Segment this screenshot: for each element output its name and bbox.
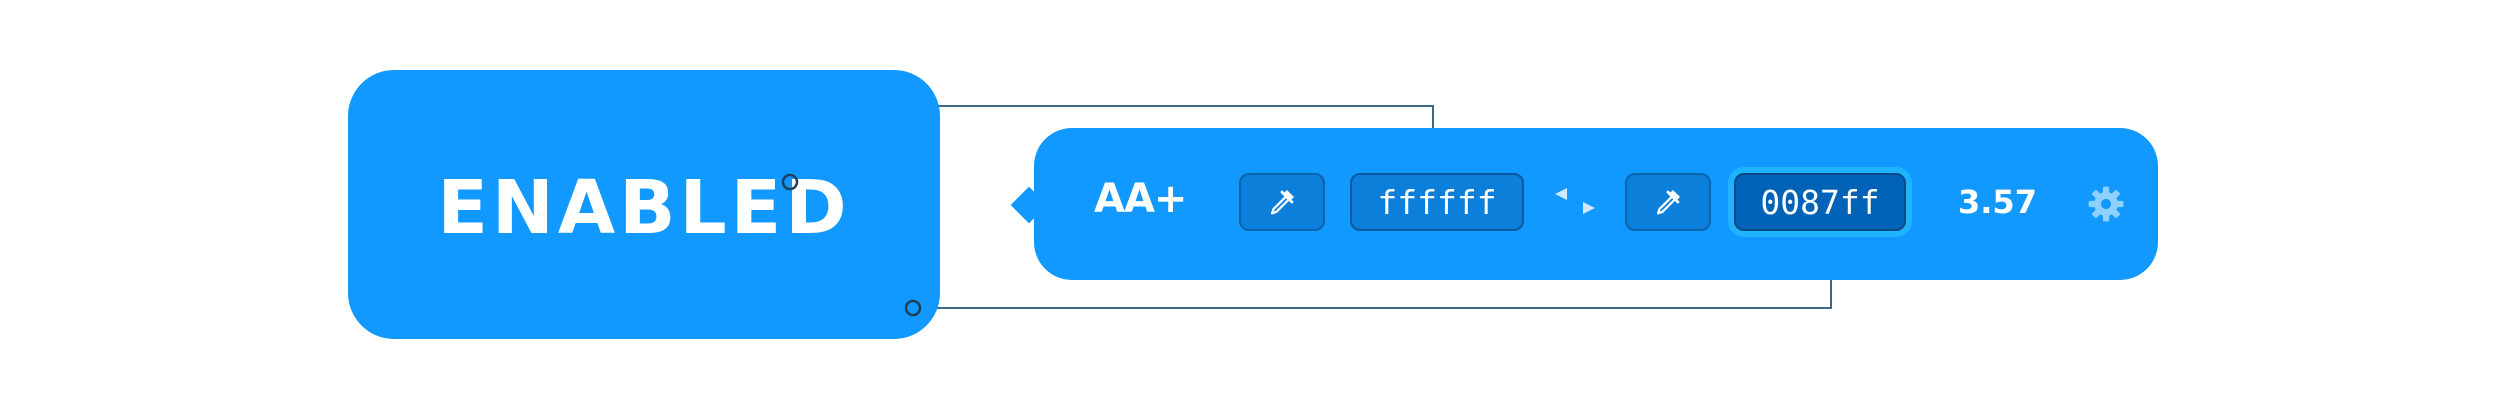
foreground-eyedropper-button[interactable] bbox=[1239, 173, 1325, 231]
background-color-swatch[interactable]: 0087ff bbox=[1734, 173, 1906, 231]
contrast-checker-toolbar: AA+ ffffff 0087ff 3.57 bbox=[1010, 128, 2158, 280]
foreground-target-handle[interactable] bbox=[781, 173, 799, 191]
background-hex-value[interactable]: 0087ff bbox=[1760, 183, 1879, 222]
background-target-handle[interactable] bbox=[904, 299, 922, 317]
background-eyedropper-button[interactable] bbox=[1625, 173, 1711, 231]
swap-right-arrow bbox=[1583, 202, 1595, 214]
foreground-hex-value[interactable]: ffffff bbox=[1377, 183, 1496, 222]
swap-left-arrow bbox=[1555, 188, 1567, 200]
swap-colors-button[interactable] bbox=[1553, 186, 1597, 216]
contrast-rating-badge: AA+ bbox=[1094, 176, 1187, 222]
eyedropper-icon bbox=[1270, 189, 1295, 215]
gear-icon[interactable] bbox=[2087, 185, 2125, 223]
eyedropper-icon bbox=[1656, 189, 1681, 215]
contrast-ratio-value: 3.57 bbox=[1958, 183, 2037, 221]
foreground-color-swatch[interactable]: ffffff bbox=[1350, 173, 1524, 231]
